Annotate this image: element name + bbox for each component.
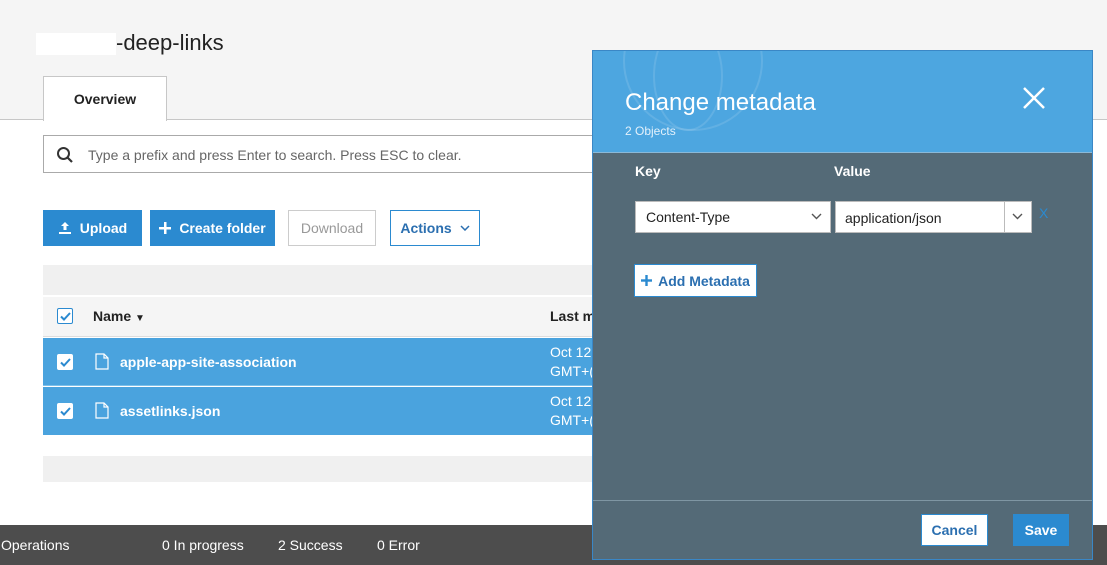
file-name-link[interactable]: apple-app-site-association <box>120 354 297 370</box>
key-select-value: Content-Type <box>646 209 731 225</box>
value-input[interactable] <box>845 208 1005 228</box>
row-checkbox[interactable] <box>57 354 73 370</box>
check-icon <box>59 406 71 416</box>
value-column-label: Value <box>834 163 871 179</box>
last-modified-date: Oct 12 <box>550 344 592 360</box>
bucket-title-text: -deep-links <box>116 30 224 55</box>
actions-button[interactable]: Actions <box>390 210 480 246</box>
table-row[interactable]: apple-app-site-association Oct 12 GMT+( <box>43 338 603 386</box>
check-icon <box>59 311 71 321</box>
combobox-divider <box>1004 202 1005 232</box>
upload-icon <box>58 222 71 234</box>
add-metadata-label: Add Metadata <box>658 272 750 289</box>
bucket-title: -deep-links <box>36 30 224 56</box>
last-modified-timezone: GMT+( <box>550 412 594 428</box>
upload-label: Upload <box>79 220 128 236</box>
plus-icon <box>641 275 653 286</box>
table-header: Name ▼ Last m <box>43 297 603 337</box>
chevron-down-icon <box>460 225 470 231</box>
value-combobox[interactable] <box>835 201 1032 233</box>
cancel-button[interactable]: Cancel <box>921 514 988 546</box>
save-button[interactable]: Save <box>1013 514 1069 546</box>
dialog-header: Change metadata 2 Objects <box>593 51 1092 152</box>
file-icon <box>95 402 109 419</box>
column-header-last-modified[interactable]: Last m <box>550 308 595 324</box>
actions-label: Actions <box>400 220 452 236</box>
dialog-subtitle: 2 Objects <box>625 124 676 138</box>
last-modified-date: Oct 12 <box>550 393 592 409</box>
add-metadata-button[interactable]: Add Metadata <box>634 264 757 297</box>
in-progress-count[interactable]: 0 In progress <box>162 537 244 553</box>
download-button[interactable]: Download <box>288 210 376 246</box>
table-row[interactable]: assetlinks.json Oct 12 GMT+( <box>43 387 603 435</box>
column-header-name[interactable]: Name ▼ <box>93 308 145 324</box>
sort-down-icon: ▼ <box>135 313 145 324</box>
select-all-checkbox[interactable] <box>57 308 73 324</box>
dialog-title: Change metadata <box>625 89 816 116</box>
table-footer-band <box>43 456 603 482</box>
create-folder-button[interactable]: Create folder <box>150 210 275 246</box>
chevron-down-icon[interactable] <box>1012 213 1023 220</box>
error-count[interactable]: 0 Error <box>377 537 420 553</box>
search-box <box>43 135 603 173</box>
operations-label[interactable]: Operations <box>1 537 69 553</box>
last-modified-timezone: GMT+( <box>550 363 594 379</box>
create-folder-label: Create folder <box>179 220 266 236</box>
table-toolbar-band <box>43 265 603 295</box>
dialog-footer-divider <box>593 500 1092 501</box>
tab-overview[interactable]: Overview <box>43 76 167 121</box>
file-icon <box>95 353 109 370</box>
key-select[interactable]: Content-Type <box>635 201 831 233</box>
chevron-down-icon <box>811 213 822 220</box>
success-count[interactable]: 2 Success <box>278 537 343 553</box>
row-checkbox[interactable] <box>57 403 73 419</box>
file-name-link[interactable]: assetlinks.json <box>120 403 220 419</box>
close-icon[interactable] <box>1021 85 1047 111</box>
check-icon <box>59 357 71 367</box>
plus-icon <box>159 222 172 234</box>
upload-button[interactable]: Upload <box>43 210 142 246</box>
column-name-label: Name <box>93 308 132 324</box>
remove-metadata-button[interactable]: X <box>1039 205 1048 221</box>
search-input[interactable] <box>88 144 588 166</box>
dialog-header-divider <box>593 152 1092 153</box>
redacted-text <box>36 33 116 56</box>
search-icon <box>57 147 73 163</box>
change-metadata-dialog: Change metadata 2 Objects Key Value Cont… <box>592 50 1093 560</box>
key-column-label: Key <box>635 163 661 179</box>
